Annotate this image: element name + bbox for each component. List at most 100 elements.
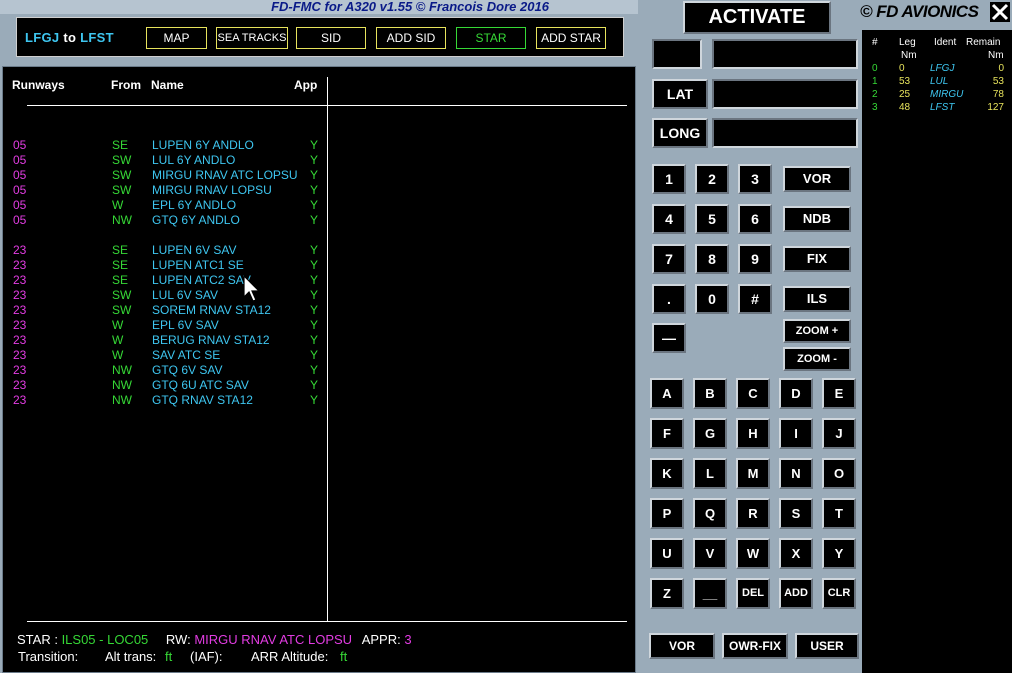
key-hash[interactable]: # — [738, 284, 772, 314]
name-cell: LUPEN ATC1 SE — [152, 258, 244, 272]
scratchpad-small-field[interactable] — [652, 39, 702, 69]
name-cell: MIRGU RNAV LOPSU — [152, 183, 272, 197]
name-cell: SAV ATC SE — [152, 348, 221, 362]
add-sid-button[interactable]: ADD SID — [376, 27, 446, 49]
key-h[interactable]: H — [736, 418, 770, 449]
procedure-row[interactable]: 05 NW GTQ 6Y ANDLO Y — [3, 213, 323, 228]
owr-fix-button[interactable]: OWR-FIX — [722, 633, 788, 659]
procedure-row[interactable]: 23 W SAV ATC SE Y — [3, 348, 323, 363]
add-star-button[interactable]: ADD STAR — [536, 27, 606, 49]
vor-list-button[interactable]: VOR — [649, 633, 715, 659]
procedure-row[interactable]: 05 SW LUL 6Y ANDLO Y — [3, 153, 323, 168]
lat-button[interactable]: LAT — [652, 79, 708, 109]
key-t[interactable]: T — [822, 498, 856, 529]
procedure-row[interactable]: 05 SW MIRGU RNAV ATC LOPSU Y — [3, 168, 323, 183]
key-w[interactable]: W — [736, 538, 770, 569]
key-g[interactable]: G — [693, 418, 727, 449]
vor-key[interactable]: VOR — [783, 166, 851, 192]
procedure-row[interactable]: 23 W EPL 6V SAV Y — [3, 318, 323, 333]
clr-key[interactable]: CLR — [822, 578, 856, 609]
procedure-row[interactable]: 23 NW GTQ 6U ATC SAV Y — [3, 378, 323, 393]
user-button[interactable]: USER — [795, 633, 859, 659]
key-3[interactable]: 3 — [738, 164, 772, 194]
long-field[interactable] — [712, 118, 858, 148]
key-a[interactable]: A — [650, 378, 684, 409]
name-cell: LUL 6V SAV — [152, 288, 219, 302]
procedure-row[interactable]: 23 SE LUPEN 6V SAV Y — [3, 243, 323, 258]
key-minus[interactable]: — — [652, 323, 686, 353]
procedure-row[interactable]: 23 SW SOREM RNAV STA12 Y — [3, 303, 323, 318]
map-button[interactable]: MAP — [146, 27, 207, 49]
runway-cell: 23 — [13, 378, 27, 392]
key-dot[interactable]: . — [652, 284, 686, 314]
add-key[interactable]: ADD — [779, 578, 813, 609]
key-l[interactable]: L — [693, 458, 727, 489]
sea-tracks-button[interactable]: SEA TRACKS — [216, 27, 288, 49]
key-1[interactable]: 1 — [652, 164, 686, 194]
key-o[interactable]: O — [822, 458, 856, 489]
ndb-key[interactable]: NDB — [783, 206, 851, 232]
star-button[interactable]: STAR — [456, 27, 526, 49]
key-f[interactable]: F — [650, 418, 684, 449]
procedure-row[interactable]: 23 W BERUG RNAV STA12 Y — [3, 333, 323, 348]
from-cell: W — [112, 348, 124, 362]
procedure-row[interactable]: 23 SE LUPEN ATC2 SAV Y — [3, 273, 323, 288]
fix-key[interactable]: FIX — [783, 246, 851, 272]
runway-cell: 05 — [13, 213, 27, 227]
key-r[interactable]: R — [736, 498, 770, 529]
lat-field[interactable] — [712, 79, 858, 109]
procedure-row[interactable]: 05 W EPL 6Y ANDLO Y — [3, 198, 323, 213]
procedure-row[interactable]: 23 SW LUL 6V SAV Y — [3, 288, 323, 303]
leg-remain: 78 — [992, 89, 1004, 100]
procedure-row[interactable]: 23 NW GTQ RNAV STA12 Y — [3, 393, 323, 408]
key-z[interactable]: Z — [650, 578, 684, 609]
key-6[interactable]: 6 — [738, 204, 772, 234]
key-m[interactable]: M — [736, 458, 770, 489]
key-9[interactable]: 9 — [738, 244, 772, 274]
key-u[interactable]: U — [650, 538, 684, 569]
del-key[interactable]: DEL — [736, 578, 770, 609]
key-k[interactable]: K — [650, 458, 684, 489]
key-4[interactable]: 4 — [652, 204, 686, 234]
mouse-cursor-icon — [243, 275, 261, 302]
key-0[interactable]: 0 — [695, 284, 729, 314]
close-icon[interactable] — [990, 2, 1010, 22]
key-7[interactable]: 7 — [652, 244, 686, 274]
space-key[interactable]: __ — [693, 578, 727, 609]
key-5[interactable]: 5 — [695, 204, 729, 234]
col-app: App — [294, 78, 318, 92]
ils-key[interactable]: ILS — [783, 286, 851, 312]
procedure-list-panel: Runways From Name App 05 SE LUPEN 6Y ANDLO… — [2, 66, 636, 673]
activate-button[interactable]: ACTIVATE — [683, 1, 831, 34]
key-v[interactable]: V — [693, 538, 727, 569]
app-cell: Y — [310, 243, 319, 257]
scratchpad-field[interactable] — [712, 39, 858, 69]
key-p[interactable]: P — [650, 498, 684, 529]
sid-button[interactable]: SID — [296, 27, 366, 49]
key-y[interactable]: Y — [822, 538, 856, 569]
key-q[interactable]: Q — [693, 498, 727, 529]
from-cell: SW — [112, 183, 132, 197]
key-d[interactable]: D — [779, 378, 813, 409]
key-x[interactable]: X — [779, 538, 813, 569]
key-c[interactable]: C — [736, 378, 770, 409]
procedure-row[interactable]: 05 SW MIRGU RNAV LOPSU Y — [3, 183, 323, 198]
key-j[interactable]: J — [822, 418, 856, 449]
key-n[interactable]: N — [779, 458, 813, 489]
key-e[interactable]: E — [822, 378, 856, 409]
from-cell: SW — [112, 153, 132, 167]
key-s[interactable]: S — [779, 498, 813, 529]
long-button[interactable]: LONG — [652, 118, 708, 148]
leg-ident: MIRGU — [930, 89, 964, 100]
key-8[interactable]: 8 — [695, 244, 729, 274]
procedure-row[interactable]: 05 SE LUPEN 6Y ANDLO Y — [3, 138, 323, 153]
procedure-row[interactable]: 23 NW GTQ 6V SAV Y — [3, 363, 323, 378]
key-b[interactable]: B — [693, 378, 727, 409]
zoom-in-key[interactable]: ZOOM + — [783, 319, 851, 343]
app-cell: Y — [310, 198, 319, 212]
zoom-out-key[interactable]: ZOOM - — [783, 347, 851, 371]
key-2[interactable]: 2 — [695, 164, 729, 194]
leg-distance: 48 — [899, 102, 911, 113]
procedure-row[interactable]: 23 SE LUPEN ATC1 SE Y — [3, 258, 323, 273]
key-i[interactable]: I — [779, 418, 813, 449]
